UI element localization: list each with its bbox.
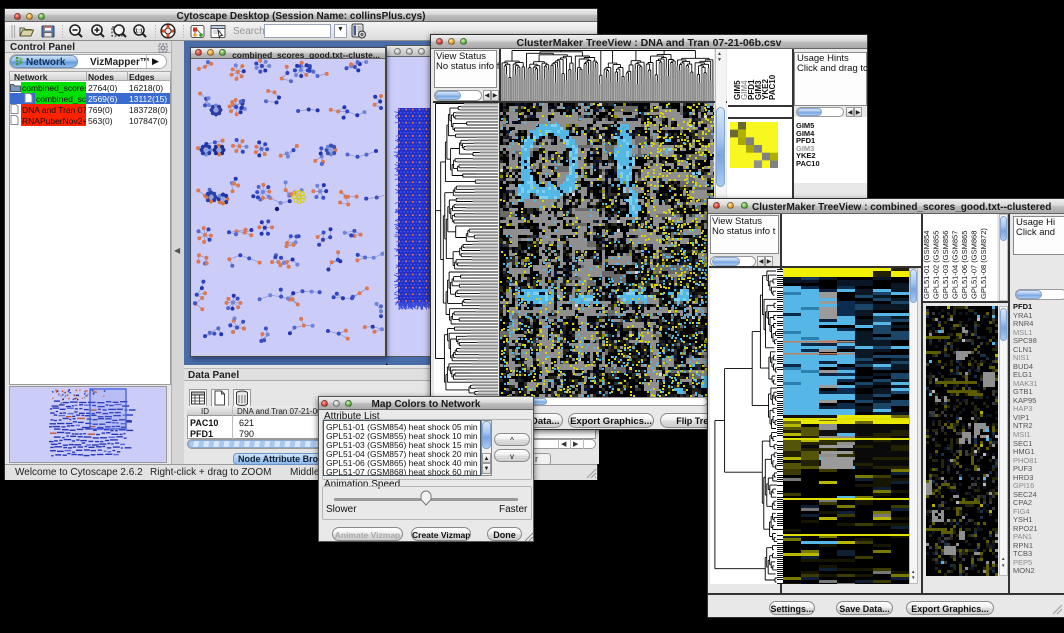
svg-text:1:1: 1:1 xyxy=(135,29,143,35)
svg-text:GPL51-02 (GSM855: GPL51-02 (GSM855 xyxy=(932,231,941,299)
svg-text:GPL51-01 (GSM854: GPL51-01 (GSM854 xyxy=(923,231,931,299)
svg-text:PAC10: PAC10 xyxy=(768,74,777,100)
svg-text:GPL51-04 (GSM857: GPL51-04 (GSM857 xyxy=(951,231,960,299)
svg-text:GPL51-07 (GSM868: GPL51-07 (GSM868 xyxy=(970,231,979,299)
svg-text:GPL51-08 (GSM872): GPL51-08 (GSM872) xyxy=(979,228,988,299)
svg-text:GPL51-06 (GSM865: GPL51-06 (GSM865 xyxy=(960,231,969,299)
svg-text:GPL51-03 (GSM856: GPL51-03 (GSM856 xyxy=(941,231,950,299)
